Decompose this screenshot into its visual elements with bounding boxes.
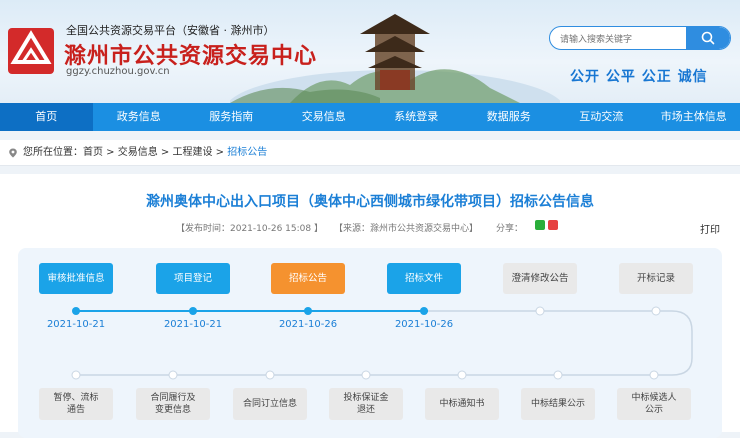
nav-interaction[interactable]: 互动交流 bbox=[555, 103, 648, 131]
wechat-icon[interactable] bbox=[535, 220, 545, 230]
step-contract-signing[interactable]: 合同订立信息 bbox=[233, 388, 307, 420]
nav-service-guide[interactable]: 服务指南 bbox=[185, 103, 278, 131]
article-title: 滁州奥体中心出入口项目（奥体中心西侧城市绿化带项目）招标公告信息 bbox=[0, 191, 740, 211]
search-button[interactable] bbox=[686, 27, 730, 49]
slogan: 公开 公平 公正 诚信 bbox=[570, 66, 708, 86]
nav-transaction-info[interactable]: 交易信息 bbox=[278, 103, 371, 131]
nav-home[interactable]: 首页 bbox=[0, 103, 93, 131]
breadcrumb-home[interactable]: 首页 bbox=[83, 140, 103, 166]
breadcrumb-engineering[interactable]: 工程建设 bbox=[173, 140, 213, 166]
site-logo[interactable] bbox=[8, 28, 54, 74]
step-award-notice[interactable]: 中标通知书 bbox=[425, 388, 499, 420]
share-label: 分享： bbox=[496, 221, 523, 234]
nav-market-entity[interactable]: 市场主体信息 bbox=[648, 103, 740, 131]
site-domain: ggzy.chuzhou.gov.cn bbox=[66, 66, 170, 77]
breadcrumb-separator: > bbox=[213, 140, 228, 166]
search-icon bbox=[701, 31, 715, 45]
breadcrumb-transaction-info[interactable]: 交易信息 bbox=[118, 140, 158, 166]
article-panel: 滁州奥体中心出入口项目（奥体中心西侧城市绿化带项目）招标公告信息 【发布时间：2… bbox=[0, 174, 740, 432]
location-pin-icon bbox=[8, 148, 18, 158]
weibo-icon[interactable] bbox=[548, 220, 558, 230]
step-date: 2021-10-21 bbox=[36, 319, 116, 330]
step-suspension-notice[interactable]: 暂停、流标 通告 bbox=[39, 388, 113, 420]
search-box bbox=[549, 26, 731, 50]
nav-government-info[interactable]: 政务信息 bbox=[93, 103, 186, 131]
step-bid-opening-record[interactable]: 开标记录 bbox=[619, 263, 693, 294]
nav-data-service[interactable]: 数据服务 bbox=[463, 103, 556, 131]
article-source: 【来源：滁州市公共资源交易中心】 bbox=[334, 221, 478, 234]
breadcrumb-separator: > bbox=[158, 140, 173, 166]
step-date: 2021-10-26 bbox=[268, 319, 348, 330]
breadcrumb-prefix: 您所在位置： bbox=[23, 140, 83, 166]
main-nav: 首页 政务信息 服务指南 交易信息 系统登录 数据服务 互动交流 市场主体信息 bbox=[0, 103, 740, 131]
step-contract-performance[interactable]: 合同履行及 变更信息 bbox=[136, 388, 210, 420]
step-tender-notice[interactable]: 招标公告 bbox=[271, 263, 345, 294]
publish-time: 【发布时间：2021-10-26 15:08 】 bbox=[176, 221, 323, 234]
platform-tagline: 全国公共资源交易平台（安徽省 · 滁州市） bbox=[66, 22, 275, 38]
breadcrumb-separator: > bbox=[103, 140, 118, 166]
process-flow: 审核批准信息 项目登记 招标公告 招标文件 澄清修改公告 开标记录 2021-1… bbox=[18, 248, 722, 438]
step-deposit-refund[interactable]: 投标保证金 退还 bbox=[329, 388, 403, 420]
print-button[interactable]: 打印 bbox=[700, 221, 720, 236]
step-tender-documents[interactable]: 招标文件 bbox=[387, 263, 461, 294]
step-award-result[interactable]: 中标结果公示 bbox=[521, 388, 595, 420]
search-input[interactable] bbox=[550, 29, 690, 50]
breadcrumb: 您所在位置： 首页 > 交易信息 > 工程建设 > 招标公告 bbox=[0, 140, 740, 166]
site-header: 全国公共资源交易平台（安徽省 · 滁州市） 滁州市公共资源交易中心 ggzy.c… bbox=[0, 0, 740, 103]
step-clarification-notice[interactable]: 澄清修改公告 bbox=[503, 263, 577, 294]
step-date: 2021-10-26 bbox=[384, 319, 464, 330]
step-project-registration[interactable]: 项目登记 bbox=[156, 263, 230, 294]
step-date: 2021-10-21 bbox=[153, 319, 233, 330]
nav-system-login[interactable]: 系统登录 bbox=[370, 103, 463, 131]
step-approval-info[interactable]: 审核批准信息 bbox=[39, 263, 113, 294]
step-candidate-publicity[interactable]: 中标候选人 公示 bbox=[617, 388, 691, 420]
breadcrumb-current[interactable]: 招标公告 bbox=[227, 140, 267, 166]
